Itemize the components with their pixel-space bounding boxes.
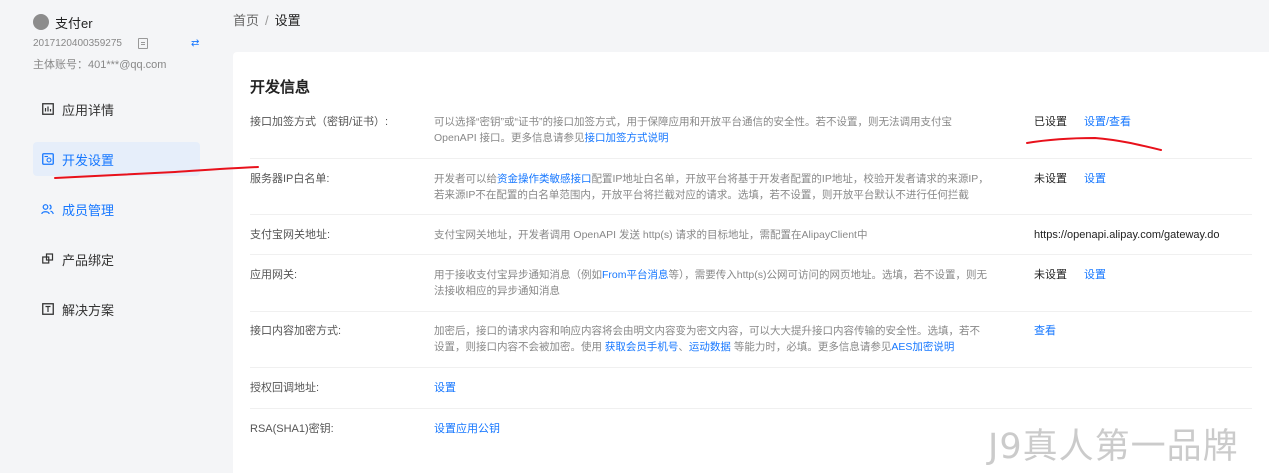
- watermark: J9真人第一品牌: [988, 427, 1239, 467]
- copy-icon[interactable]: [137, 38, 148, 49]
- app-gateway-label: 应用网关:: [250, 269, 298, 281]
- sidebar-item-dev-settings[interactable]: 开发设置: [33, 142, 200, 176]
- sign-method-label: 接口加签方式（密钥/证书）:: [250, 116, 389, 128]
- dev-info-card: 开发信息 接口加签方式（密钥/证书）: 可以选择“密钥”或“证书”的接口加签方式…: [233, 52, 1269, 473]
- breadcrumb-separator: /: [265, 13, 269, 28]
- desc-text: 开发者可以给: [434, 173, 497, 185]
- account-info: 主体账号：401***@qq.com: [33, 59, 167, 71]
- sidebar-item-solutions[interactable]: 解决方案: [33, 292, 200, 326]
- app-name: 支付er: [55, 15, 93, 31]
- breadcrumb-home[interactable]: 首页: [233, 13, 259, 28]
- divider: [250, 311, 1252, 312]
- encrypt-action[interactable]: 查看: [1034, 323, 1056, 339]
- chart-icon: [41, 103, 54, 116]
- gateway-label: 支付宝网关地址:: [250, 229, 331, 241]
- page-title: 开发信息: [250, 79, 311, 96]
- divider: [250, 408, 1252, 409]
- sidebar-item-label: 产品绑定: [62, 252, 115, 268]
- breadcrumb-current: 设置: [274, 13, 301, 28]
- auth-callback-action[interactable]: 设置: [434, 380, 456, 396]
- platform-message-link[interactable]: From平台消息: [602, 269, 669, 281]
- app-id: 2017120400359275: [33, 38, 122, 49]
- ip-whitelist-desc: 开发者可以给资金操作类敏感接口配置IP地址白名单，开放平台将基于开发者配置的IP…: [434, 171, 989, 203]
- encrypt-label: 接口内容加密方式:: [250, 325, 342, 337]
- members-icon: [41, 203, 54, 216]
- ip-whitelist-action[interactable]: 设置: [1084, 171, 1106, 187]
- sport-data-link[interactable]: 运动数据: [689, 341, 731, 353]
- sidebar-item-product-binding[interactable]: 产品绑定: [33, 242, 200, 276]
- divider: [250, 254, 1252, 255]
- gateway-url: https://openapi.alipay.com/gateway.do: [1034, 229, 1220, 241]
- app-gateway-desc: 用于接收支付宝异步通知消息（例如From平台消息等），需要传入http(s)公网…: [434, 267, 989, 299]
- aes-doc-link[interactable]: AES加密说明: [891, 341, 954, 353]
- sign-method-status: 已设置: [1034, 116, 1067, 128]
- app-id-row: 2017120400359275 ⇄: [33, 38, 203, 49]
- divider: [250, 367, 1252, 368]
- app-avatar: [33, 14, 49, 30]
- switch-icon[interactable]: ⇄: [191, 38, 199, 49]
- sidebar-item-label: 开发设置: [62, 152, 115, 168]
- sidebar-nav: 应用详情 开发设置 成员管理 产品绑定 解决方案: [33, 92, 200, 342]
- ip-whitelist-status: 未设置: [1034, 173, 1067, 185]
- solution-icon: [41, 303, 54, 316]
- sidebar-item-label: 成员管理: [62, 202, 115, 218]
- desc-text: 、: [678, 341, 689, 353]
- sidebar-item-label: 解决方案: [62, 302, 115, 318]
- app-header: 支付er 2017120400359275 ⇄ 主体账号：401***@qq.c…: [33, 12, 199, 71]
- app-gateway-action[interactable]: 设置: [1084, 267, 1106, 283]
- app-gateway-status: 未设置: [1034, 269, 1067, 281]
- sidebar: 支付er 2017120400359275 ⇄ 主体账号：401***@qq.c…: [0, 0, 214, 473]
- ip-whitelist-label: 服务器IP白名单:: [250, 173, 330, 185]
- encrypt-desc: 加密后，接口的请求内容和响应内容将会由明文内容变为密文内容，可以大大提升接口内容…: [434, 323, 989, 355]
- divider: [250, 158, 1252, 159]
- settings-doc-icon: [41, 153, 54, 166]
- auth-callback-label: 授权回调地址:: [250, 382, 320, 394]
- divider: [250, 214, 1252, 215]
- member-phone-link[interactable]: 获取会员手机号: [605, 341, 679, 353]
- sidebar-item-label: 应用详情: [62, 102, 115, 118]
- sidebar-item-app-details[interactable]: 应用详情: [33, 92, 200, 126]
- link-icon: [41, 253, 54, 266]
- desc-text: 用于接收支付宝异步通知消息（例如: [434, 269, 602, 281]
- desc-text: 等能力时，必填。更多信息请参见: [730, 341, 892, 353]
- sensitive-api-link[interactable]: 资金操作类敏感接口: [497, 173, 592, 185]
- gateway-desc: 支付宝网关地址，开发者调用 OpenAPI 发送 http(s) 请求的目标地址…: [434, 229, 868, 241]
- breadcrumb: 首页 / 设置: [233, 10, 301, 29]
- sign-method-doc-link[interactable]: 接口加签方式说明: [585, 132, 669, 144]
- rsa-key-action[interactable]: 设置应用公钥: [434, 421, 500, 437]
- desc-text: 可以选择“密钥”或“证书”的接口加签方式，用于保障应用和开放平台通信的安全性。若…: [434, 116, 952, 144]
- sign-method-desc: 可以选择“密钥”或“证书”的接口加签方式，用于保障应用和开放平台通信的安全性。若…: [434, 114, 989, 146]
- sign-method-action[interactable]: 设置/查看: [1084, 114, 1131, 130]
- sidebar-item-members[interactable]: 成员管理: [33, 192, 200, 226]
- rsa-key-label: RSA(SHA1)密钥:: [250, 423, 334, 435]
